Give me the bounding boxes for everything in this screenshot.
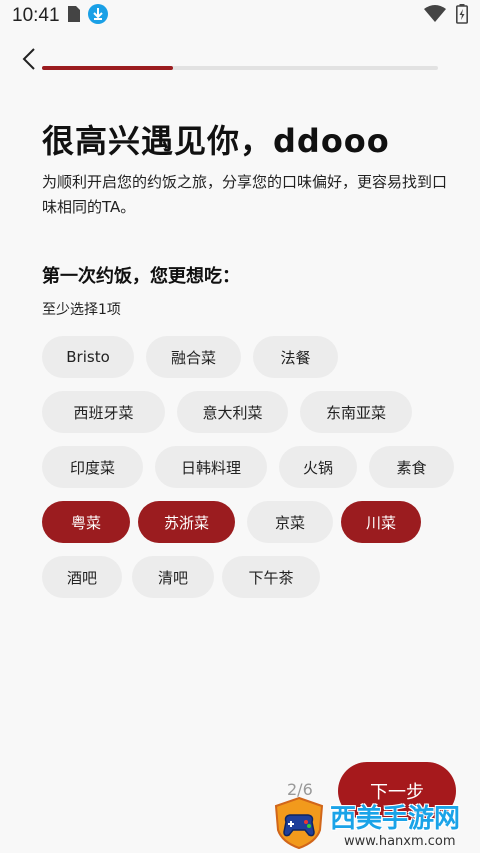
- option-label: Bristo: [66, 348, 110, 366]
- option-label: 法餐: [280, 348, 311, 367]
- option-chip-hotpot[interactable]: 火锅: [279, 446, 357, 488]
- option-label: 日韩料理: [180, 458, 241, 477]
- option-label: 川菜: [365, 513, 396, 532]
- option-label: 西班牙菜: [73, 403, 134, 422]
- option-chip-sichuan[interactable]: 川菜: [341, 501, 421, 543]
- option-chip-indian[interactable]: 印度菜: [42, 446, 143, 488]
- sim-icon: [67, 5, 80, 27]
- option-chip-cantonese[interactable]: 粤菜: [42, 501, 130, 543]
- option-label: 素食: [396, 458, 427, 477]
- progress-fill: [42, 66, 173, 70]
- option-chip-spanish[interactable]: 西班牙菜: [42, 391, 165, 433]
- selection-hint: 至少选择1项: [42, 302, 121, 318]
- page-title: 很高兴遇见你，ddooo: [42, 122, 390, 160]
- option-chip-vegetarian[interactable]: 素食: [369, 446, 454, 488]
- battery-icon: [456, 3, 468, 29]
- option-label: 意大利菜: [202, 403, 263, 422]
- option-chip-bar[interactable]: 酒吧: [42, 556, 122, 598]
- option-label: 火锅: [302, 458, 333, 477]
- status-time: 10:41: [12, 5, 60, 26]
- option-chip-afternoon-tea[interactable]: 下午茶: [222, 556, 320, 598]
- progress-bar: [42, 66, 438, 70]
- option-label: 印度菜: [69, 458, 115, 477]
- option-chip-fusion[interactable]: 融合菜: [146, 336, 241, 378]
- option-chip-beijing[interactable]: 京菜: [247, 501, 333, 543]
- option-label: 苏浙菜: [163, 513, 209, 532]
- gamepad-shield-icon: [274, 796, 324, 850]
- status-bar: 10:41: [0, 0, 480, 32]
- option-chip-bristo[interactable]: Bristo: [42, 336, 134, 378]
- option-label: 酒吧: [66, 568, 97, 587]
- option-label: 下午茶: [248, 568, 294, 587]
- intro-text: 为顺利开启您的约饭之旅，分享您的口味偏好，更容易找到口味相同的TA。: [42, 173, 448, 216]
- back-button[interactable]: [16, 44, 42, 74]
- option-chip-southeast-asian[interactable]: 东南亚菜: [300, 391, 412, 433]
- option-chip-jiangzhe[interactable]: 苏浙菜: [138, 501, 235, 543]
- option-chip-italian[interactable]: 意大利菜: [177, 391, 288, 433]
- chevron-left-icon: [22, 48, 35, 70]
- option-label: 清吧: [157, 568, 188, 587]
- option-chip-french[interactable]: 法餐: [253, 336, 338, 378]
- option-chip-lounge[interactable]: 清吧: [132, 556, 214, 598]
- option-chip-japanese-korean[interactable]: 日韩料理: [155, 446, 267, 488]
- option-label: 粤菜: [70, 513, 101, 532]
- watermark-title: 西美手游网: [330, 804, 461, 834]
- option-label: 融合菜: [170, 348, 216, 367]
- watermark: 西美手游网 www.hanxm.com: [270, 796, 480, 853]
- option-label: 东南亚菜: [325, 403, 386, 422]
- download-icon: [87, 3, 108, 29]
- wifi-icon: [424, 4, 446, 28]
- watermark-url: www.hanxm.com: [344, 834, 456, 849]
- option-label: 京菜: [274, 513, 305, 532]
- question-heading: 第一次约饭，您更想吃：: [42, 266, 240, 287]
